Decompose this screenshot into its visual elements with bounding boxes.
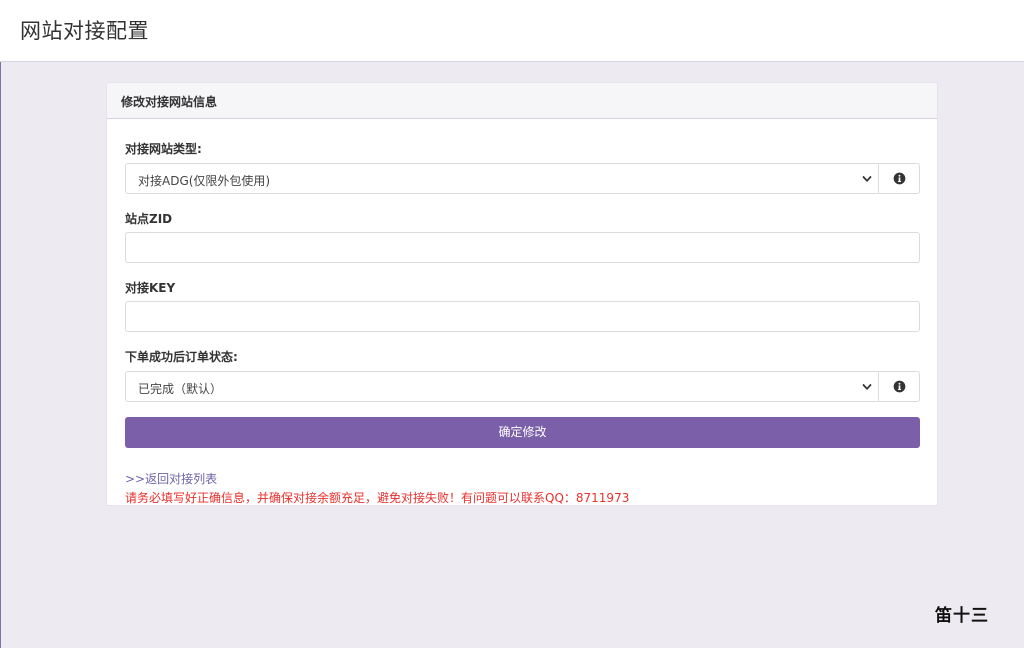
page-title: 网站对接配置 — [20, 19, 149, 43]
order-status-selected-value: 已完成（默认） — [138, 382, 223, 396]
api-key-label: 对接KEY — [125, 281, 176, 295]
order-status-help-button[interactable] — [878, 371, 920, 402]
site-type-select[interactable]: 对接ADG(仅限外包使用) — [125, 163, 879, 194]
info-icon — [893, 380, 906, 393]
panel-heading: 修改对接网站信息 — [107, 83, 937, 119]
panel-heading-title: 修改对接网站信息 — [121, 95, 218, 109]
warning-notice: 请务必填写好正确信息，并确保对接余额充足，避免对接失败！有问题可以联系QQ：87… — [125, 491, 630, 505]
site-zid-input[interactable] — [125, 232, 920, 263]
left-edge-divider — [0, 62, 1, 648]
top-header: 网站对接配置 — [0, 0, 1024, 62]
site-type-selected-value: 对接ADG(仅限外包使用) — [138, 174, 271, 188]
site-type-label: 对接网站类型: — [125, 142, 202, 156]
order-status-label: 下单成功后订单状态: — [125, 350, 238, 364]
confirm-modify-button[interactable]: 确定修改 — [125, 417, 920, 448]
chevron-down-icon — [862, 176, 872, 182]
back-to-list-link[interactable]: >>返回对接列表 — [125, 470, 217, 487]
site-zid-label: 站点ZID — [125, 212, 173, 226]
api-key-input[interactable] — [125, 301, 920, 332]
watermark-logo: 笛十三 — [935, 606, 989, 626]
config-panel: 修改对接网站信息 对接网站类型: 对接ADG(仅限外包使用) 站点ZID 对接K… — [106, 82, 938, 506]
chevron-down-icon — [862, 384, 872, 390]
order-status-select[interactable]: 已完成（默认） — [125, 371, 879, 402]
site-type-help-button[interactable] — [878, 163, 920, 194]
info-icon — [893, 172, 906, 185]
